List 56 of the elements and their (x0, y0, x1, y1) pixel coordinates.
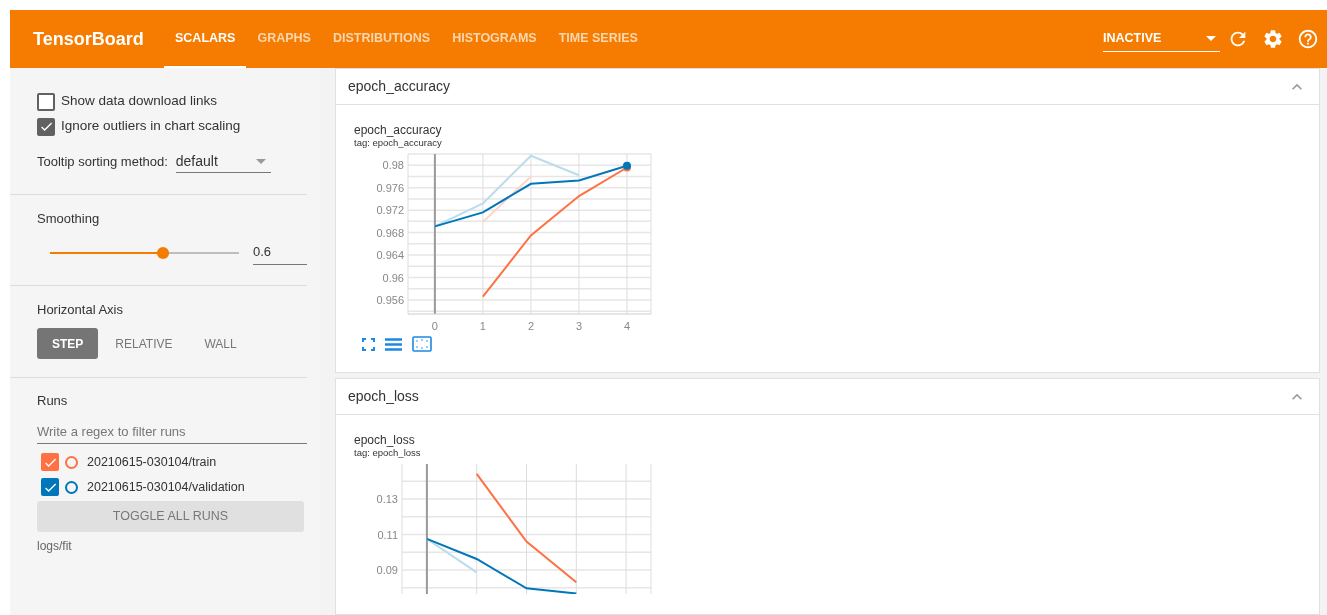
x-tick-label: 3 (575, 320, 583, 332)
y-tick-label: 0.976 (376, 181, 404, 194)
y-tick-label: 0.964 (376, 249, 404, 262)
y-tick-label: 0.13 (376, 493, 398, 505)
log-directory: logs/fit (37, 537, 73, 555)
y-tick-label: 0.956 (376, 293, 404, 306)
runs-label: Runs (37, 392, 69, 410)
checkbox[interactable] (41, 478, 59, 496)
app-title: TensorBoard (33, 27, 145, 51)
axis-option[interactable]: RELATIVE (100, 328, 188, 359)
nav-tab[interactable]: GRAPHS (246, 10, 322, 68)
status-dropdown[interactable]: INACTIVE (1103, 26, 1220, 52)
slider-thumb[interactable] (157, 246, 170, 259)
axis-option[interactable]: STEP (37, 328, 99, 359)
sorting-dropdown[interactable]: default (175, 151, 271, 173)
run-filter-field[interactable]: Write a regex to filter runs (37, 419, 307, 444)
card-title: epoch_loss (348, 387, 419, 406)
toggle-all-runs-button[interactable]: TOGGLE ALL RUNS (37, 500, 304, 532)
checkbox[interactable] (37, 117, 55, 136)
caret-icon (255, 159, 266, 164)
y-tick-label: 0.98 (382, 159, 404, 172)
y-tick-label: 0.968 (376, 226, 404, 239)
chart-title: epoch_loss (354, 433, 416, 447)
option-label: Show data download links (61, 92, 218, 111)
fit-domain-icon[interactable] (412, 336, 432, 352)
y-tick-label: 0.09 (376, 564, 398, 576)
nav-tab[interactable]: TIME SERIES (547, 10, 649, 68)
settings-icon[interactable] (1262, 28, 1284, 50)
chart-tag: tag: epoch_loss (354, 447, 1319, 459)
checkbox[interactable] (37, 92, 55, 111)
x-tick-label: 0 (431, 320, 438, 332)
chart-tag: tag: epoch_accuracy (354, 137, 1319, 149)
run-name: 20210615-030104/validation (87, 478, 245, 496)
y-tick-label: 0.972 (376, 204, 404, 217)
smoothing-slider[interactable] (50, 246, 239, 259)
caret-icon (1206, 36, 1216, 41)
y-tick-label: 0.96 (382, 271, 404, 284)
smoothing-label: Smoothing (37, 210, 101, 228)
checkbox[interactable] (41, 453, 59, 471)
x-tick-label: 2 (527, 320, 534, 332)
card-title: epoch_accuracy (348, 77, 450, 96)
run-name: 20210615-030104/train (87, 453, 217, 471)
horizontal-axis-label: Horizontal Axis (37, 300, 124, 319)
chart-title: epoch_accuracy (354, 123, 443, 137)
option-label: Ignore outliers in chart scaling (61, 117, 241, 136)
nav-tab[interactable]: DISTRIBUTIONS (321, 10, 442, 68)
smoothing-value-field[interactable]: 0.6 (253, 240, 307, 265)
x-tick-label: 1 (479, 320, 486, 332)
fullscreen-icon[interactable] (362, 337, 375, 351)
axis-option[interactable]: WALL (189, 328, 252, 359)
help-icon[interactable] (1297, 28, 1319, 50)
tooltip-sorting-label: Tooltip sorting method: (37, 153, 168, 172)
nav-tab[interactable]: HISTOGRAMS (441, 10, 548, 68)
x-tick-label: 4 (623, 320, 631, 332)
menu-icon[interactable] (385, 337, 402, 351)
y-tick-label: 0.11 (377, 528, 398, 541)
